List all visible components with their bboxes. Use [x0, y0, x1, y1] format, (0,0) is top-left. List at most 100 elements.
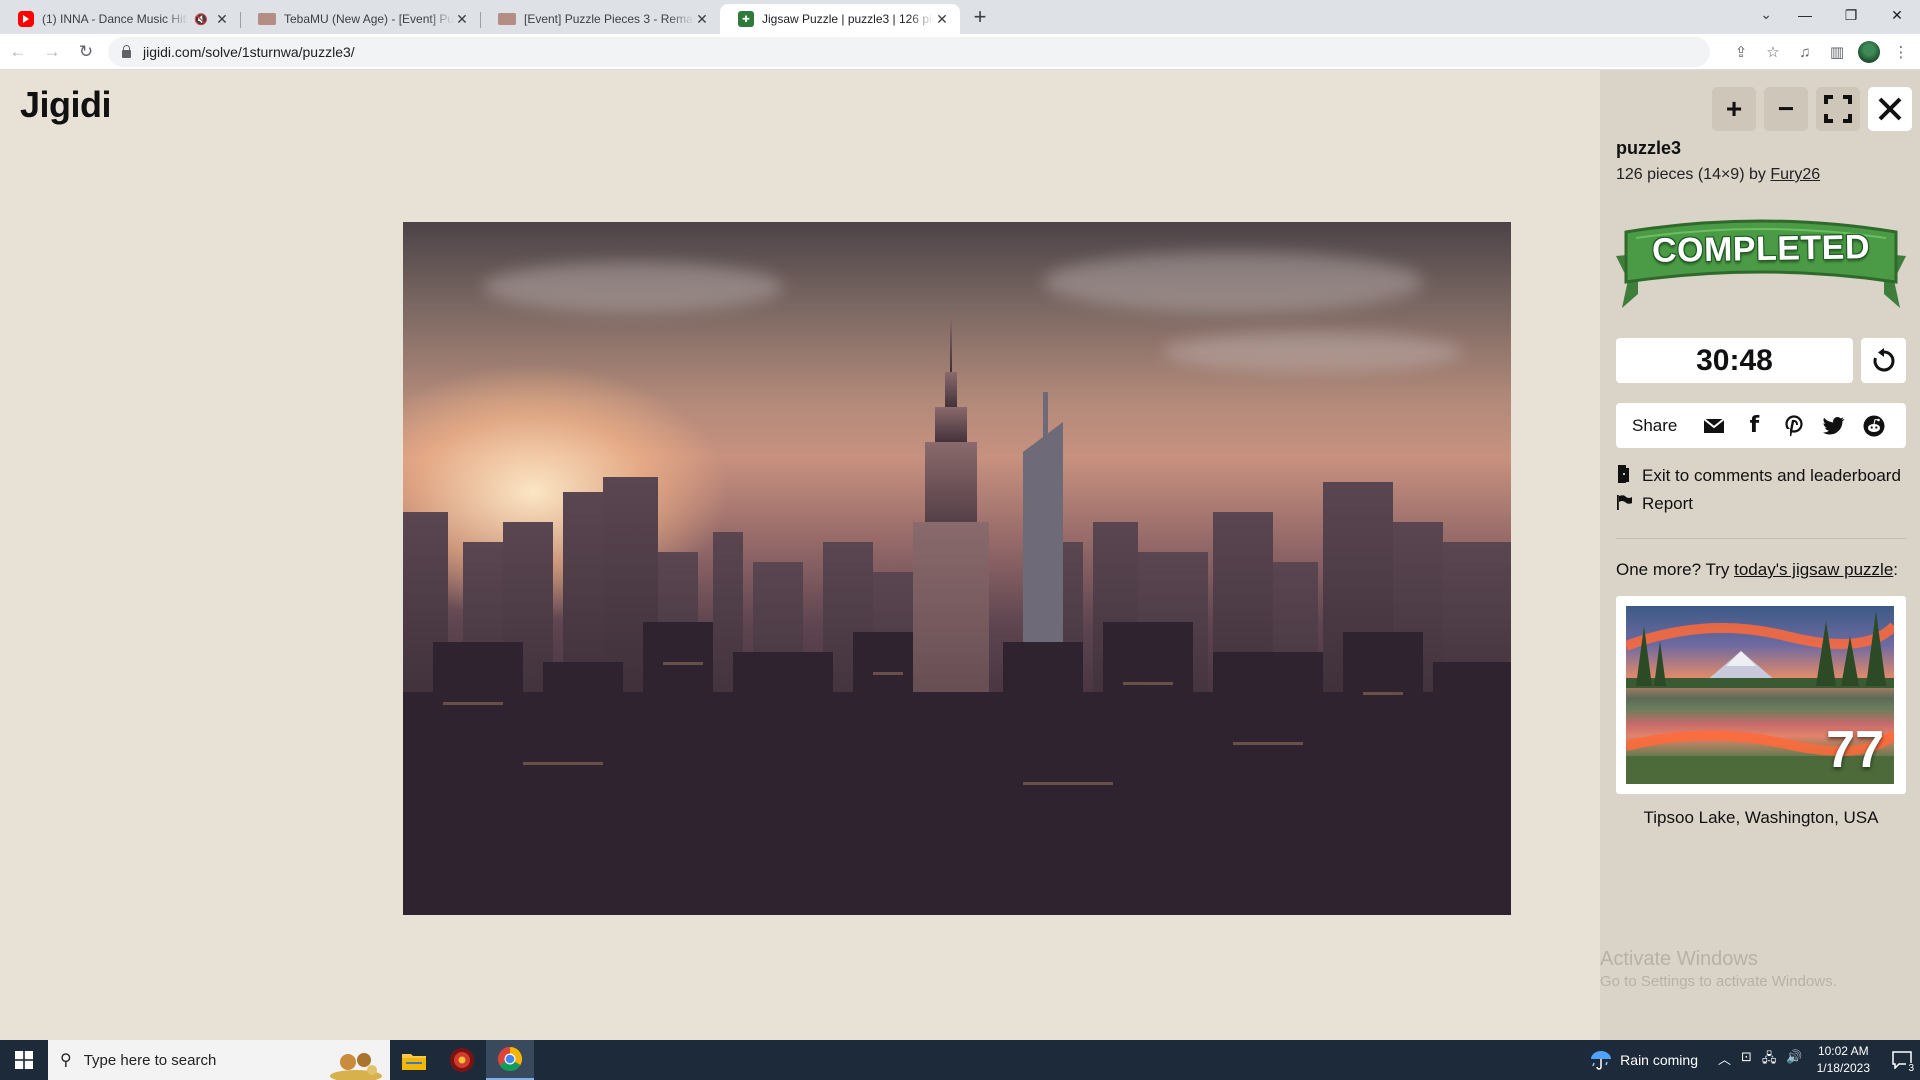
completed-label: COMPLETED — [1651, 228, 1871, 270]
share-page-icon[interactable]: ⇪ — [1730, 36, 1752, 68]
pinterest-icon[interactable] — [1783, 414, 1805, 437]
lock-icon[interactable] — [122, 45, 131, 58]
completed-puzzle-image — [403, 222, 1511, 915]
weather-text: Rain coming — [1620, 1052, 1698, 1068]
clock[interactable]: 10:02 AM 1/18/2023 — [1817, 1043, 1870, 1077]
browser-tab[interactable]: TebaMU (New Age) - [Event] Puz ✕ — [240, 4, 480, 34]
address-bar[interactable]: jigidi.com/solve/1sturnwa/puzzle3/ — [108, 37, 1710, 67]
restore-icon[interactable]: ❐ — [1828, 0, 1874, 30]
facebook-icon[interactable]: f — [1743, 413, 1765, 438]
browser-tab[interactable]: (1) INNA - Dance Music Hits 🔇 ✕ — [0, 4, 240, 34]
chevron-up-icon[interactable]: ︿ — [1718, 1049, 1731, 1071]
flag-icon — [1616, 494, 1632, 514]
next-puzzle-piece-count: 77 — [1826, 721, 1884, 779]
tab-title: TebaMU (New Age) - [Event] Puz — [284, 12, 454, 26]
reddit-icon[interactable] — [1863, 415, 1885, 437]
new-tab-button[interactable]: + — [966, 4, 994, 32]
close-puzzle-button[interactable] — [1868, 87, 1912, 131]
next-puzzle-caption: Tipsoo Lake, Washington, USA — [1643, 808, 1879, 827]
zoom-out-button[interactable]: − — [1764, 87, 1808, 131]
notification-center-button[interactable]: 3 — [1884, 1040, 1920, 1080]
profile-avatar[interactable] — [1858, 41, 1880, 63]
volume-icon[interactable]: 🔊 — [1786, 1049, 1802, 1071]
exit-link-label: Exit to comments and leaderboard — [1642, 466, 1901, 485]
fullscreen-button[interactable] — [1816, 87, 1860, 131]
file-explorer-taskbar-icon[interactable] — [390, 1040, 438, 1080]
puzzle-title: puzzle3 — [1616, 138, 1682, 158]
forum-icon — [258, 13, 276, 25]
one-more-prefix: One more? Try — [1616, 560, 1735, 579]
restart-icon — [1873, 347, 1894, 371]
close-tab-icon[interactable]: ✕ — [454, 11, 470, 27]
browser-tab-active[interactable]: ✚ Jigsaw Puzzle | puzzle3 | 126 piec ✕ — [720, 4, 960, 34]
sidebar-divider — [1616, 538, 1906, 539]
tray-icons: ︿ ⊡ 🖧 🔊 — [1718, 1049, 1803, 1071]
jigidi-icon: ✚ — [738, 11, 754, 27]
twitter-icon[interactable] — [1823, 415, 1845, 437]
weather-widget[interactable]: Rain coming — [1590, 1049, 1698, 1071]
close-tab-icon[interactable]: ✕ — [934, 11, 950, 27]
close-tab-icon[interactable]: ✕ — [694, 11, 710, 27]
puzzle-meta: 126 pieces (14×9) by Fury26 — [1616, 166, 1820, 184]
forum-icon — [498, 13, 516, 25]
close-window-icon[interactable]: ✕ — [1874, 0, 1920, 30]
windows-logo-icon — [15, 1051, 33, 1069]
speaker-muted-icon[interactable]: 🔇 — [194, 13, 208, 26]
taskbar-search-box[interactable]: ⚲ Type here to search — [48, 1040, 390, 1080]
menu-kebab-icon[interactable]: ⋮ — [1890, 36, 1912, 68]
bookmark-star-icon[interactable]: ☆ — [1762, 36, 1784, 68]
watermark-title: Activate Windows — [1600, 948, 1758, 970]
zoom-in-button[interactable]: + — [1712, 87, 1756, 131]
clock-date: 1/18/2023 — [1816, 1061, 1870, 1075]
city-skyline — [403, 317, 1511, 915]
watermark-subtitle: Go to Settings to activate Windows. — [1600, 973, 1837, 990]
browser-tab-strip: (1) INNA - Dance Music Hits 🔇 ✕ TebaMU (… — [0, 0, 1920, 34]
tab-title: Jigsaw Puzzle | puzzle3 | 126 piec — [762, 12, 934, 26]
page-content: Jigidi + − puzzle3 126 pieces (14×9) by … — [0, 70, 1920, 1040]
share-label: Share — [1632, 415, 1678, 435]
one-more-suffix: : — [1893, 560, 1899, 579]
next-puzzle-card[interactable]: 77 — [1616, 596, 1906, 794]
game-app-taskbar-icon[interactable] — [438, 1040, 486, 1080]
tab-search-icon[interactable]: ⌄ — [1760, 6, 1772, 23]
tab-title: (1) INNA - Dance Music Hits — [42, 12, 189, 26]
url-text: jigidi.com/solve/1sturnwa/puzzle3/ — [143, 44, 355, 60]
tab-title: [Event] Puzzle Pieces 3 - Remainin — [524, 12, 694, 26]
close-tab-icon[interactable]: ✕ — [214, 11, 230, 27]
next-puzzle-thumbnail[interactable]: 77 — [1626, 606, 1894, 784]
minimize-icon[interactable]: — — [1782, 0, 1828, 30]
window-controls: — ❐ ✕ — [1782, 0, 1920, 30]
author-link[interactable]: Fury26 — [1770, 166, 1820, 183]
close-icon — [1878, 97, 1902, 121]
plus-icon: + — [1725, 93, 1743, 124]
todays-puzzle-link[interactable]: today's jigsaw puzzle — [1734, 560, 1893, 579]
chrome-taskbar-icon[interactable] — [486, 1040, 534, 1080]
reload-icon[interactable]: ↻ — [70, 36, 102, 68]
browser-right-tools: ⇪ ☆ ♫ ▥ ⋮ — [1730, 36, 1912, 68]
search-placeholder: Type here to search — [83, 1051, 217, 1069]
puzzle-controls: + − — [1712, 87, 1912, 131]
puzzle-pieces-info: 126 pieces (14×9) by — [1616, 166, 1771, 183]
search-icon: ⚲ — [60, 1052, 72, 1069]
clock-time: 10:02 AM — [1817, 1044, 1869, 1058]
puzzle-sidebar: + − puzzle3 126 pieces (14×9) by Fury26 — [1600, 70, 1920, 1040]
start-button[interactable] — [0, 1040, 48, 1080]
minus-icon: − — [1777, 93, 1795, 124]
restart-button[interactable] — [1861, 338, 1906, 383]
exit-to-comments-link[interactable]: Exit to comments and leaderboard — [1616, 464, 1901, 488]
network-icon[interactable]: 🖧 — [1762, 1049, 1777, 1071]
media-control-icon[interactable]: ♫ — [1794, 36, 1816, 68]
email-icon[interactable] — [1703, 415, 1725, 437]
report-link[interactable]: Report — [1616, 494, 1693, 514]
meet-now-icon[interactable]: ⊡ — [1741, 1049, 1752, 1071]
fullscreen-icon — [1824, 95, 1852, 123]
one-more-prompt: One more? Try today's jigsaw puzzle: — [1616, 560, 1898, 580]
side-panel-icon[interactable]: ▥ — [1826, 36, 1848, 68]
browser-tab[interactable]: [Event] Puzzle Pieces 3 - Remainin ✕ — [480, 4, 720, 34]
search-highlight-illustration — [330, 1053, 382, 1080]
back-icon[interactable]: ← — [2, 36, 34, 68]
site-logo[interactable]: Jigidi — [20, 84, 112, 126]
rain-umbrella-icon — [1591, 1051, 1612, 1070]
forward-icon[interactable]: → — [36, 36, 68, 68]
system-tray: Rain coming ︿ ⊡ 🖧 🔊 10:02 AM 1/18/2023 3 — [1590, 1040, 1920, 1080]
